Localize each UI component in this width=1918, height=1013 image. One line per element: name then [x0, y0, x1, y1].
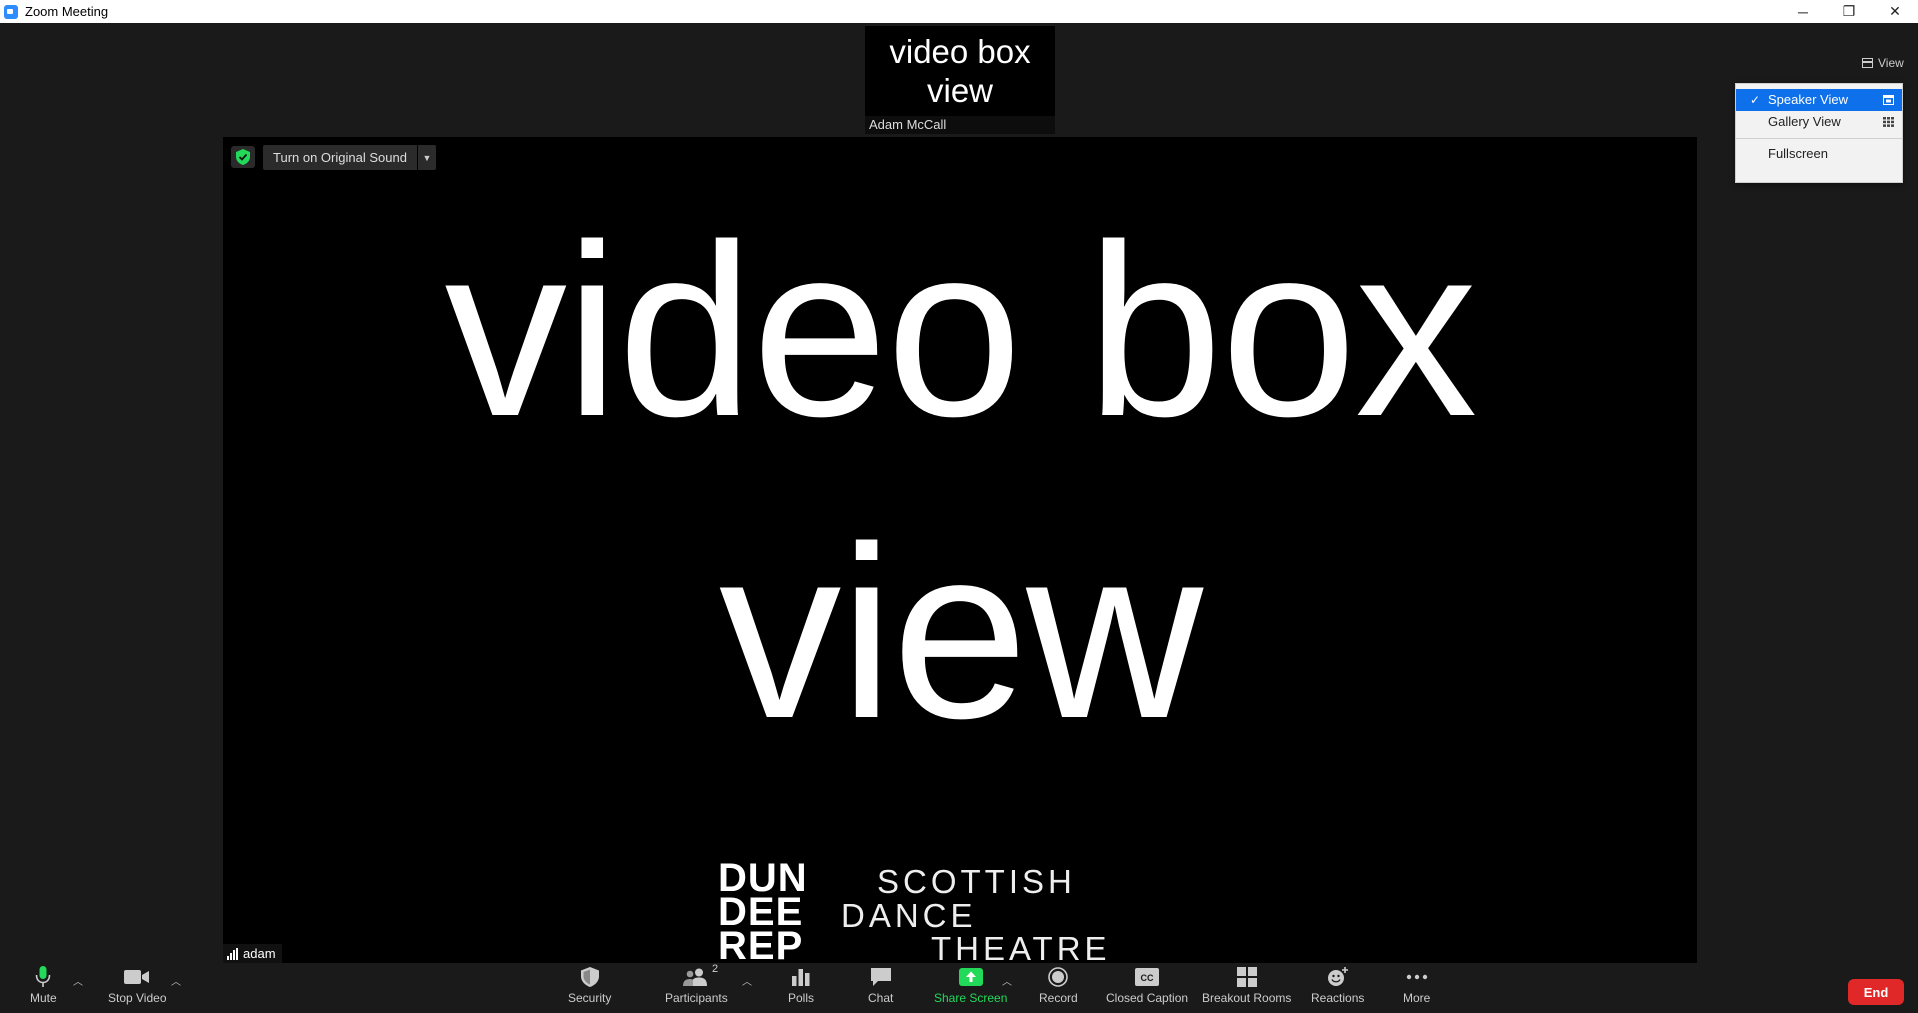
- more-dots-icon: [1406, 965, 1428, 989]
- thumbnail-participant-name: Adam McCall: [865, 116, 1055, 134]
- security-shield-icon: [580, 965, 599, 989]
- original-sound-button[interactable]: Turn on Original Sound: [263, 145, 417, 170]
- logo-sdt-line1: SCOTTISH: [877, 863, 1076, 900]
- maximize-button[interactable]: ❐: [1826, 0, 1872, 23]
- polls-icon: [792, 965, 810, 989]
- meeting-stage: video box view Adam McCall View ✓ Speake…: [0, 23, 1918, 963]
- menu-item-speaker-view[interactable]: ✓ Speaker View: [1736, 89, 1902, 111]
- encryption-shield-icon[interactable]: [231, 146, 255, 168]
- video-options-caret-icon[interactable]: ︿: [171, 973, 181, 988]
- menu-item-gallery-view[interactable]: Gallery View: [1736, 111, 1902, 133]
- mute-button[interactable]: Mute: [30, 965, 57, 1005]
- speaker-name: adam: [243, 946, 276, 961]
- chat-label: Chat: [868, 991, 894, 1005]
- participants-count: 2: [712, 963, 719, 975]
- shield-check-icon: [236, 149, 250, 165]
- close-button[interactable]: ✕: [1872, 0, 1918, 23]
- closed-caption-icon: CC: [1135, 965, 1160, 989]
- video-text-line1: video box: [444, 193, 1478, 467]
- menu-item-fullscreen[interactable]: Fullscreen: [1736, 143, 1902, 165]
- menu-separator: [1736, 138, 1902, 139]
- window-title: Zoom Meeting: [25, 4, 109, 19]
- view-button-label: View: [1878, 56, 1904, 70]
- menu-item-label: Gallery View: [1768, 114, 1841, 129]
- breakout-rooms-label: Breakout Rooms: [1202, 991, 1292, 1005]
- more-button[interactable]: More: [1403, 965, 1430, 1005]
- minimize-button[interactable]: ─: [1780, 0, 1826, 23]
- record-button[interactable]: Record: [1039, 965, 1078, 1005]
- closed-caption-button[interactable]: CC Closed Caption: [1106, 965, 1188, 1005]
- logo-sdt-line3: THEATRE: [931, 930, 1111, 963]
- zoom-app-icon: [4, 4, 18, 19]
- check-icon: ✓: [1750, 93, 1761, 107]
- breakout-rooms-button[interactable]: Breakout Rooms: [1202, 965, 1291, 1005]
- speaker-name-label: adam: [223, 944, 282, 963]
- chat-icon: [870, 965, 892, 989]
- signal-strength-icon: [227, 947, 238, 960]
- microphone-icon: [35, 965, 51, 989]
- title-bar: Zoom Meeting ─ ❐ ✕: [0, 0, 1918, 23]
- security-label: Security: [568, 991, 612, 1005]
- breakout-rooms-icon: [1236, 965, 1257, 989]
- share-screen-label: Share Screen: [934, 991, 1008, 1005]
- end-meeting-button[interactable]: End: [1848, 979, 1904, 1005]
- participants-button[interactable]: Participants: [665, 965, 728, 1005]
- view-menu: ✓ Speaker View Gallery View Fullscreen: [1735, 83, 1903, 183]
- reactions-icon: [1327, 965, 1349, 989]
- logo-dundee-line3: REP: [718, 924, 804, 963]
- thumbnail-video-text: video box view: [865, 32, 1055, 110]
- security-button[interactable]: Security: [568, 965, 611, 1005]
- speaker-video[interactable]: Turn on Original Sound ▼ video box view …: [223, 137, 1697, 963]
- view-layout-icon: [1862, 58, 1873, 68]
- menu-item-label: Speaker View: [1768, 92, 1848, 107]
- share-options-caret-icon[interactable]: ︿: [1002, 973, 1012, 988]
- original-sound-dropdown[interactable]: ▼: [417, 145, 436, 170]
- share-screen-button[interactable]: Share Screen: [934, 965, 1007, 1005]
- reactions-label: Reactions: [1311, 991, 1365, 1005]
- svg-text:CC: CC: [1141, 973, 1154, 983]
- video-text-line2: view: [718, 495, 1203, 769]
- closed-caption-label: Closed Caption: [1106, 991, 1189, 1005]
- dundee-rep-logo: DUN DEE REP: [718, 858, 808, 963]
- record-label: Record: [1039, 991, 1078, 1005]
- share-screen-icon: [958, 965, 983, 989]
- thumbnail-text-line2: view: [926, 72, 994, 109]
- stop-video-button[interactable]: Stop Video: [108, 965, 167, 1005]
- speaker-view-icon: [1883, 95, 1894, 105]
- thumbnail-text-line1: video box: [889, 33, 1031, 70]
- participants-label: Participants: [665, 991, 728, 1005]
- record-icon: [1048, 965, 1069, 989]
- participants-icon: [682, 965, 710, 989]
- audio-options-caret-icon[interactable]: ︿: [73, 973, 83, 988]
- gallery-view-icon: [1883, 117, 1894, 127]
- video-camera-icon: [124, 965, 150, 989]
- reactions-button[interactable]: Reactions: [1311, 965, 1364, 1005]
- meeting-toolbar: Mute ︿ Stop Video ︿ Security Participant…: [0, 963, 1918, 1013]
- polls-button[interactable]: Polls: [788, 965, 814, 1005]
- stop-video-label: Stop Video: [108, 991, 167, 1005]
- polls-label: Polls: [788, 991, 815, 1005]
- chat-button[interactable]: Chat: [868, 965, 893, 1005]
- participant-thumbnail[interactable]: video box view Adam McCall: [865, 26, 1055, 134]
- caret-down-icon: ▼: [422, 152, 432, 163]
- menu-item-label: Fullscreen: [1768, 146, 1828, 161]
- participants-options-caret-icon[interactable]: ︿: [742, 973, 752, 988]
- original-sound-control: Turn on Original Sound ▼: [263, 145, 436, 170]
- more-label: More: [1403, 991, 1431, 1005]
- mute-label: Mute: [30, 991, 57, 1005]
- view-button[interactable]: View: [1862, 56, 1904, 70]
